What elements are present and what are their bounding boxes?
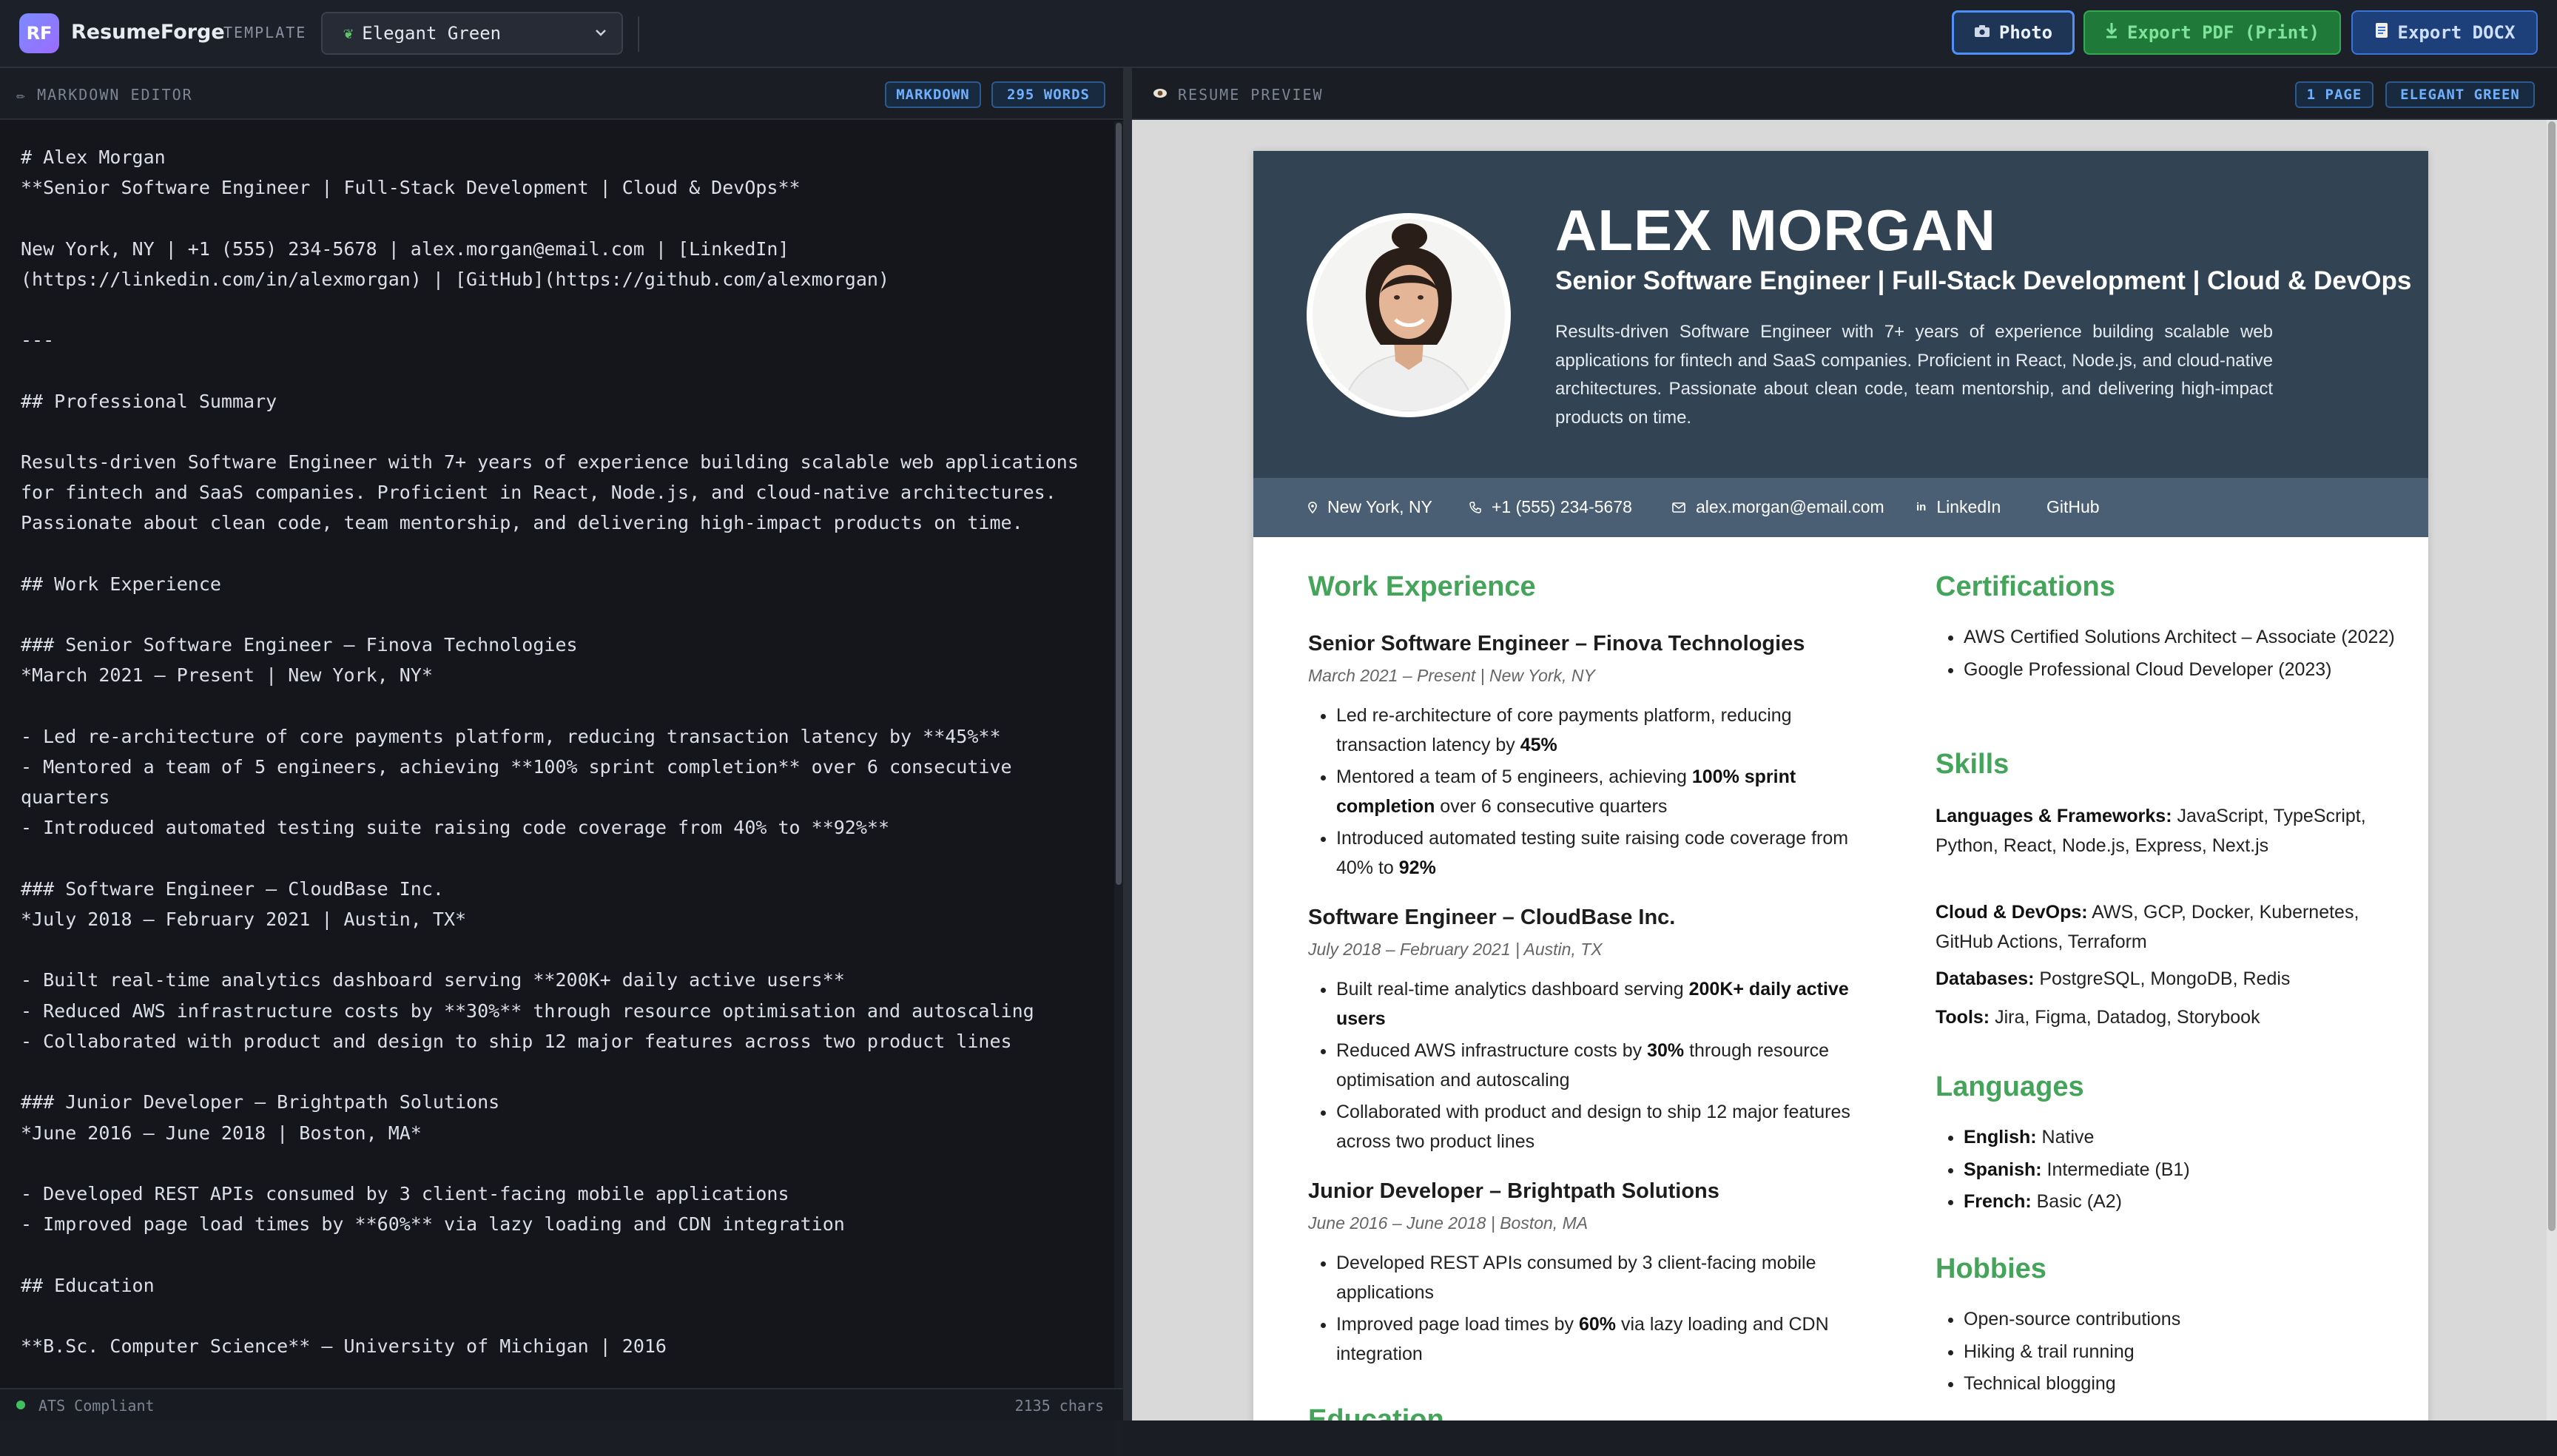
education-heading: Education [1308, 1404, 1444, 1420]
languages-list: English: Native Spanish: Intermediate (B… [1936, 1123, 2422, 1220]
linkedin-icon: in [1916, 501, 1927, 513]
contact-location-text: New York, NY [1327, 497, 1432, 516]
preview-scrollbar-thumb[interactable] [2548, 121, 2556, 1231]
list-item: Open-source contributions [1964, 1305, 2422, 1335]
list-item: Reduced AWS infrastructure costs by 30% … [1336, 1037, 1884, 1095]
resume-summary: Results-driven Software Engineer with 7+… [1555, 322, 2273, 428]
skill-row: Tools: Jira, Figma, Datadog, Storybook [1936, 1007, 2260, 1028]
work-experience-heading: Work Experience [1308, 571, 1536, 602]
list-item: Hiking & trail running [1964, 1338, 2422, 1367]
mail-icon [1672, 502, 1685, 513]
ats-status-dot [16, 1401, 25, 1409]
toolbar-separator [638, 16, 639, 52]
editor-header: ✏ MARKDOWN EDITOR MARKDOWN 295 WORDS [0, 68, 1123, 120]
list-item: Improved page load times by 60% via lazy… [1336, 1310, 1884, 1369]
document-icon [2374, 22, 2389, 43]
resume-page: ALEX MORGAN Senior Software Engineer | F… [1253, 151, 2428, 1420]
job-title: Senior Software Engineer – Finova Techno… [1308, 632, 1805, 655]
list-item: Spanish: Intermediate (B1) [1964, 1156, 2422, 1185]
hobbies-heading: Hobbies [1936, 1253, 2046, 1284]
list-item: Mentored a team of 5 engineers, achievin… [1336, 763, 1884, 821]
job-title: Junior Developer – Brightpath Solutions [1308, 1179, 1719, 1203]
editor-scrollbar-thumb[interactable] [1116, 123, 1122, 885]
list-item: Led re-architecture of core payments pla… [1336, 701, 1884, 760]
pane-resize-handle[interactable] [1123, 68, 1132, 1420]
char-count: 2135 chars [1014, 1397, 1104, 1415]
languages-heading: Languages [1936, 1071, 2084, 1102]
contact-phone-text: +1 (555) 234-5678 [1492, 497, 1632, 516]
markdown-badge: MARKDOWN [885, 81, 981, 108]
resume-preview-pane: RESUME PREVIEW 1 PAGE ELEGANT GREEN ALEX… [1132, 68, 2557, 1420]
list-item: Google Professional Cloud Developer (202… [1964, 655, 2422, 685]
resume-name: ALEX MORGAN [1555, 198, 1996, 263]
hobbies-list: Open-source contributions Hiking & trail… [1936, 1305, 2422, 1402]
job-bullets: Developed REST APIs consumed by 3 client… [1308, 1249, 1884, 1372]
list-item: Built real-time analytics dashboard serv… [1336, 975, 1884, 1034]
export-docx-label: Export DOCX [2397, 22, 2516, 43]
list-item: Introduced automated testing suite raisi… [1336, 824, 1884, 883]
contact-bar: New York, NY +1 (555) 234-5678 alex.morg… [1253, 478, 2428, 537]
preview-title: RESUME PREVIEW [1178, 86, 1324, 104]
export-pdf-button[interactable]: Export PDF (Print) [2083, 10, 2341, 55]
skills-heading: Skills [1936, 749, 2009, 780]
export-docx-button[interactable]: Export DOCX [2351, 10, 2538, 55]
job-meta: June 2016 – June 2018 | Boston, MA [1308, 1213, 1589, 1233]
download-icon [2105, 22, 2118, 43]
list-item: Collaborated with product and design to … [1336, 1098, 1884, 1156]
contact-github-text: GitHub [2046, 497, 2100, 516]
skill-row: Databases: PostgreSQL, MongoDB, Redis [1936, 968, 2291, 989]
list-item: AWS Certified Solutions Architect – Asso… [1964, 623, 2422, 653]
markdown-editor-pane: ✏ MARKDOWN EDITOR MARKDOWN 295 WORDS # A… [0, 68, 1123, 1456]
job-title: Software Engineer – CloudBase Inc. [1308, 906, 1676, 929]
skill-row: Languages & Frameworks: JavaScript, Type… [1936, 806, 2366, 856]
preview-header: RESUME PREVIEW 1 PAGE ELEGANT GREEN [1132, 68, 2557, 120]
photo-button-label: Photo [1998, 22, 2053, 43]
template-select-value: Elegant Green [362, 23, 502, 44]
template-select[interactable]: ❦ Elegant Green [321, 12, 623, 55]
phone-icon [1469, 501, 1481, 513]
list-item: English: Native [1964, 1123, 2422, 1153]
contact-linkedin[interactable]: in LinkedIn [1916, 497, 2001, 517]
profile-photo [1307, 213, 1511, 417]
contact-github[interactable]: GitHub [2046, 497, 2100, 517]
chevron-down-icon [596, 30, 606, 36]
skill-row: Cloud & DevOps: AWS, GCP, Docker, Kubern… [1936, 902, 2359, 952]
resume-headline: Senior Software Engineer | Full-Stack De… [1555, 266, 2412, 295]
page-count-badge: 1 PAGE [2295, 81, 2374, 108]
location-pin-icon [1308, 501, 1317, 513]
leaf-icon: ❦ [343, 24, 354, 43]
contact-location: New York, NY [1308, 497, 1432, 517]
job-meta: July 2018 – February 2021 | Austin, TX [1308, 940, 1603, 959]
resume-header: ALEX MORGAN Senior Software Engineer | F… [1253, 151, 2428, 478]
export-pdf-label: Export PDF (Print) [2126, 22, 2320, 43]
list-item: French: Basic (A2) [1964, 1187, 2422, 1217]
app-name: ResumeForge [71, 21, 225, 44]
certifications-list: AWS Certified Solutions Architect – Asso… [1936, 623, 2422, 687]
ats-status-text: ATS Compliant [38, 1397, 155, 1415]
template-badge: ELEGANT GREEN [2385, 81, 2535, 108]
contact-linkedin-text: LinkedIn [1936, 497, 2001, 516]
list-item: Technical blogging [1964, 1369, 2422, 1399]
contact-phone: +1 (555) 234-5678 [1469, 497, 1632, 517]
template-label: TEMPLATE [223, 24, 307, 41]
photo-button[interactable]: Photo [1952, 10, 2075, 55]
contact-email[interactable]: alex.morgan@email.com [1672, 497, 1884, 517]
certifications-heading: Certifications [1936, 571, 2115, 602]
markdown-textarea[interactable]: # Alex Morgan **Senior Software Engineer… [21, 142, 1079, 1361]
editor-title: ✏ MARKDOWN EDITOR [16, 86, 193, 104]
app-logo: RF [19, 13, 59, 53]
eye-icon [1153, 89, 1167, 98]
camera-icon [1974, 24, 1990, 42]
word-count-badge: 295 WORDS [991, 81, 1105, 108]
list-item: Developed REST APIs consumed by 3 client… [1336, 1249, 1884, 1307]
top-bar: RF ResumeForge TEMPLATE ❦ Elegant Green … [0, 0, 2557, 68]
contact-email-text: alex.morgan@email.com [1696, 497, 1884, 516]
job-bullets: Built real-time analytics dashboard serv… [1308, 975, 1884, 1159]
editor-status-bar: ATS Compliant 2135 chars [0, 1388, 1123, 1420]
job-bullets: Led re-architecture of core payments pla… [1308, 701, 1884, 886]
job-meta: March 2021 – Present | New York, NY [1308, 666, 1595, 685]
